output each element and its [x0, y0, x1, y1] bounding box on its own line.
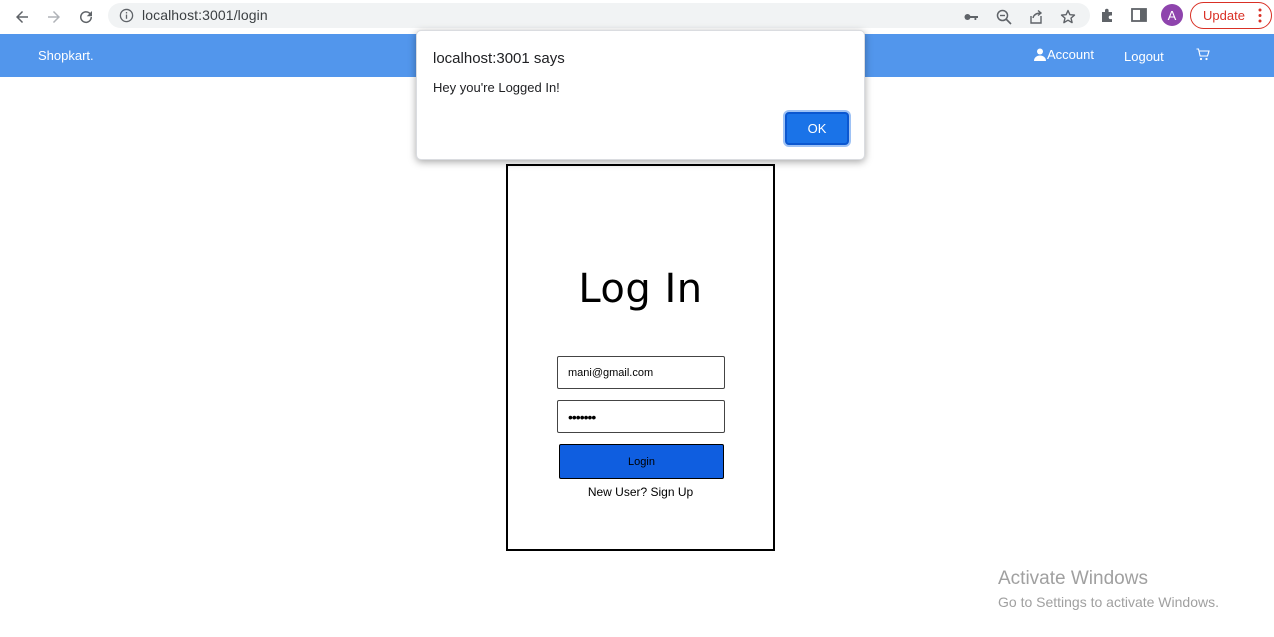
logout-link[interactable]: Logout: [1124, 49, 1164, 64]
dialog-message: Hey you're Logged In!: [433, 80, 560, 95]
share-icon[interactable]: [1028, 9, 1044, 25]
activate-windows-watermark: Activate Windows Go to Settings to activ…: [998, 568, 1219, 610]
email-input[interactable]: mani@gmail.com: [557, 356, 725, 389]
back-icon[interactable]: [10, 5, 34, 29]
login-button[interactable]: Login: [559, 444, 724, 479]
address-bar[interactable]: localhost:3001/login: [108, 3, 1090, 28]
extensions-puzzle-icon[interactable]: [1099, 6, 1117, 24]
login-title: Log In: [578, 266, 703, 312]
account-link[interactable]: Account: [1034, 47, 1094, 62]
side-panel-icon[interactable]: [1130, 6, 1148, 24]
alert-dialog: localhost:3001 says Hey you're Logged In…: [416, 30, 865, 160]
user-icon: [1034, 48, 1046, 61]
url-text: localhost:3001/login: [142, 7, 268, 23]
more-menu-icon[interactable]: [1258, 8, 1262, 23]
ok-button[interactable]: OK: [785, 112, 849, 145]
watermark-title: Activate Windows: [998, 568, 1148, 589]
bookmark-star-icon[interactable]: [1060, 9, 1076, 25]
cart-icon[interactable]: [1196, 48, 1210, 61]
login-card: Log In mani@gmail.com ••••••• Login New …: [506, 164, 775, 551]
watermark-subtitle: Go to Settings to activate Windows.: [998, 594, 1219, 610]
dialog-title: localhost:3001 says: [433, 50, 565, 67]
site-info-icon[interactable]: [119, 8, 134, 23]
update-label: Update: [1203, 8, 1245, 23]
reload-icon[interactable]: [74, 5, 98, 29]
key-icon[interactable]: [963, 9, 979, 25]
zoom-out-icon[interactable]: [996, 9, 1012, 25]
update-button[interactable]: Update: [1190, 2, 1272, 29]
browser-toolbar: localhost:3001/login A Update: [0, 0, 1274, 34]
signup-link[interactable]: New User? Sign Up: [508, 485, 773, 499]
forward-icon[interactable]: [42, 5, 66, 29]
brand-logo[interactable]: Shopkart.: [38, 48, 94, 63]
account-label: Account: [1047, 47, 1094, 62]
password-input[interactable]: •••••••: [557, 400, 725, 433]
profile-avatar[interactable]: A: [1161, 4, 1183, 26]
